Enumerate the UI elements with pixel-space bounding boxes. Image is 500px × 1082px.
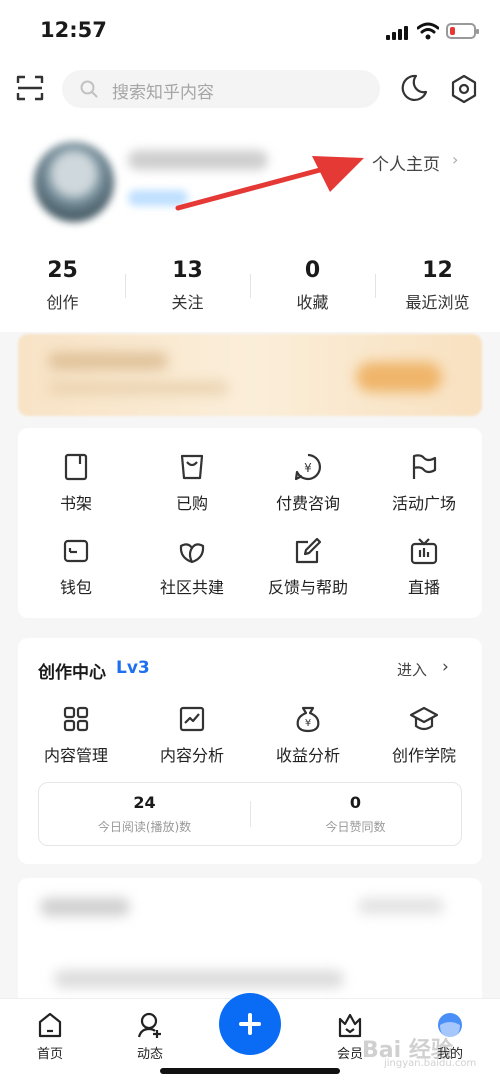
today-reads[interactable]: 24 今日阅读(播放)数: [39, 783, 250, 845]
stat-label: 收藏: [296, 293, 329, 312]
stat-label: 创作: [46, 293, 79, 312]
tab-activity[interactable]: 动态: [110, 1011, 190, 1062]
tool-community[interactable]: 社区共建: [134, 536, 250, 598]
tab-home[interactable]: 首页: [10, 1011, 90, 1062]
creation-label: 收益分析: [275, 746, 340, 765]
stats-row: 25 创作 13 关注 0 收藏 12 最近浏览: [0, 246, 500, 332]
stat-favorites[interactable]: 0 收藏: [250, 246, 375, 332]
tool-label: 活动广场: [391, 494, 456, 513]
creation-label: 内容管理: [43, 746, 108, 765]
creation-label: 内容分析: [159, 746, 224, 765]
cellular-signal-icon: [386, 26, 408, 40]
chevron-right-icon: ›: [452, 150, 459, 169]
scan-icon[interactable]: [15, 73, 45, 103]
stat-value: 12: [422, 258, 453, 283]
tool-label: 已购: [175, 494, 208, 513]
stat-value: 25: [47, 258, 78, 283]
tool-label: 书架: [59, 494, 92, 513]
home-indicator: [160, 1068, 340, 1074]
creation-content-manage[interactable]: 内容管理: [18, 704, 134, 766]
today-value: 24: [133, 793, 156, 812]
search-input[interactable]: 搜索知乎内容: [62, 70, 380, 108]
home-icon: [38, 1012, 62, 1038]
today-label: 今日阅读(播放)数: [97, 820, 192, 834]
paid-consult-icon: ¥: [294, 453, 321, 481]
chevron-right-icon: ›: [442, 657, 449, 677]
creator-level-badge: Lv3: [116, 658, 150, 678]
tool-label: 社区共建: [159, 578, 224, 597]
stat-works[interactable]: 25 创作: [0, 246, 125, 332]
money-bag-icon: ¥: [296, 706, 320, 733]
feedback-icon: [295, 537, 322, 564]
wifi-icon: [417, 22, 439, 40]
creation-revenue-analysis[interactable]: ¥ 收益分析: [250, 704, 366, 766]
stat-label: 关注: [171, 293, 204, 312]
tool-activity-square[interactable]: 活动广场: [366, 452, 482, 514]
creation-label: 创作学院: [391, 746, 456, 765]
chart-icon: [179, 706, 205, 732]
stat-recent[interactable]: 12 最近浏览: [375, 246, 500, 332]
status-bar: 12:57: [0, 0, 500, 62]
stat-value: 13: [172, 258, 203, 283]
search-icon: [80, 80, 98, 98]
personal-homepage-link[interactable]: 个人主页: [372, 150, 440, 175]
promo-banner-blurred[interactable]: [18, 334, 482, 416]
tool-label: 直播: [407, 578, 440, 597]
flag-icon: [412, 454, 437, 479]
creation-center-title: 创作中心: [38, 663, 106, 683]
purchased-bag-icon: [180, 454, 204, 480]
creation-academy[interactable]: 创作学院: [366, 704, 482, 766]
today-stats: 24 今日阅读(播放)数 0 今日赞同数: [38, 782, 462, 846]
tools-card: 书架 已购 ¥ 付费咨询 活动广场 钱包 社区共建 反馈与帮助 直播: [18, 428, 482, 618]
tool-label: 付费咨询: [275, 494, 340, 513]
stat-following[interactable]: 13 关注: [125, 246, 250, 332]
red-arrow-annotation: [175, 156, 364, 211]
today-upvotes[interactable]: 0 今日赞同数: [250, 783, 461, 845]
avatar[interactable]: [34, 142, 114, 222]
creation-center-card: 创作中心 Lv3 进入 › 内容管理 内容分析 ¥ 收益分析 创作学院 24 今…: [18, 638, 482, 864]
tab-label: 首页: [36, 1047, 63, 1062]
tool-feedback[interactable]: 反馈与帮助: [250, 536, 366, 598]
vip-crown-icon: [338, 1013, 362, 1038]
activity-icon: [137, 1012, 161, 1038]
svg-text:¥: ¥: [305, 718, 311, 729]
live-tv-icon: [410, 538, 438, 565]
gear-icon[interactable]: [450, 74, 478, 104]
top-header: 搜索知乎内容: [0, 62, 500, 124]
create-plus-button[interactable]: [219, 993, 281, 1055]
tool-purchased[interactable]: 已购: [134, 452, 250, 514]
today-label: 今日赞同数: [325, 820, 386, 834]
tab-label: 动态: [136, 1047, 163, 1062]
creation-enter-link[interactable]: 进入: [397, 659, 427, 680]
tool-live[interactable]: 直播: [366, 536, 482, 598]
graduation-cap-icon: [409, 706, 439, 731]
tool-bookshelf[interactable]: 书架: [18, 452, 134, 514]
tool-wallet[interactable]: 钱包: [18, 536, 134, 598]
grid-icon: [63, 706, 89, 732]
battery-icon: [446, 23, 479, 39]
today-value: 0: [349, 793, 362, 812]
community-icon: [179, 543, 205, 564]
tool-label: 反馈与帮助: [267, 578, 348, 597]
search-placeholder: 搜索知乎内容: [112, 83, 214, 103]
wallet-icon: [63, 539, 89, 563]
tool-label: 钱包: [59, 578, 92, 597]
tool-paid-consult[interactable]: ¥ 付费咨询: [250, 452, 366, 514]
status-time: 12:57: [40, 18, 107, 42]
watermark-url: jingyan.baidu.com: [384, 1058, 477, 1069]
stat-value: 0: [304, 258, 321, 283]
moon-icon[interactable]: [398, 72, 430, 104]
svg-text:¥: ¥: [304, 461, 312, 475]
creation-content-analysis[interactable]: 内容分析: [134, 704, 250, 766]
stat-label: 最近浏览: [405, 293, 470, 312]
bookshelf-icon: [64, 453, 88, 481]
